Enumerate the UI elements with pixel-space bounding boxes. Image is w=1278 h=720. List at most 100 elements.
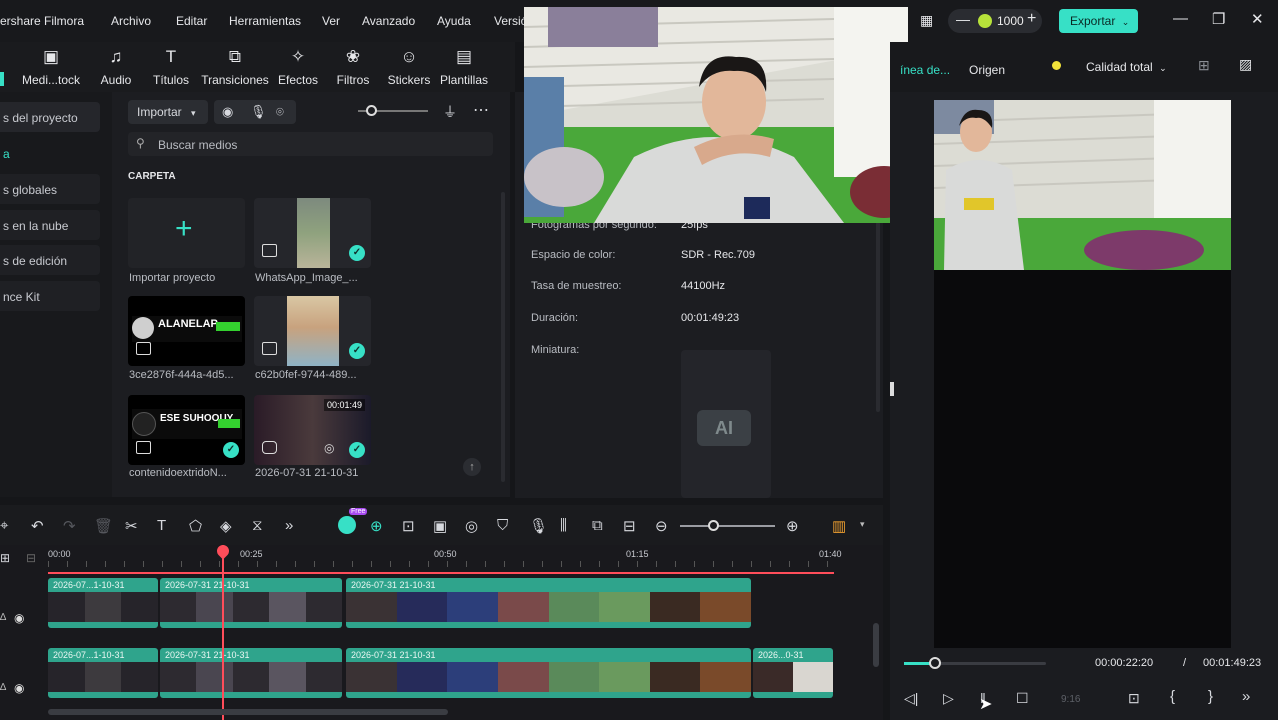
location-icon[interactable]: ⌾ [276,104,284,120]
grid-view-icon[interactable]: ⊞ [1198,57,1210,74]
fullscreen-icon[interactable]: ⊡ [1128,690,1140,707]
keyframe-icon[interactable]: ⊡ [402,517,415,535]
microphone-icon[interactable]: 🎙︎ [250,104,267,120]
media-item[interactable]: ✓ [254,296,371,366]
chevron-down-icon[interactable]: ▾ [860,519,865,530]
ratio-dropdown[interactable]: 9:16 [1061,694,1080,705]
track-settings-icon[interactable]: ⊟ [26,551,36,565]
snapshot-icon[interactable]: ▨ [1239,56,1252,73]
media-item[interactable]: ✓ [254,198,371,268]
zoom-out-icon[interactable]: ⊖ [655,517,668,535]
eye-icon[interactable]: ◉ [14,611,24,625]
close-icon[interactable]: ✕ [1251,10,1264,28]
slider-knob[interactable] [366,105,377,116]
menu-avanzado[interactable]: Avanzado [362,14,415,28]
sidebar-item-stock[interactable]: a [0,138,100,168]
progress-bar[interactable] [904,657,1046,669]
thumbnail-placeholder[interactable]: AI [681,350,771,498]
replace-icon[interactable]: ⧉ [592,517,603,534]
crop-icon[interactable]: ⬠ [189,517,202,535]
timeline-clip[interactable]: 2026-07...1-10-31 [48,578,158,628]
more-controls-icon[interactable]: » [1242,688,1250,705]
thumb-size-slider[interactable] [358,105,428,116]
tab-origin[interactable]: Origen [969,63,1005,77]
tab-media-stock[interactable]: ▣ Medi...tock [15,46,87,87]
import-button[interactable]: Importar ▾ [128,100,208,124]
track-lock-icon[interactable]: ∆ [0,612,6,623]
playhead[interactable] [222,545,224,720]
undo-icon[interactable]: ↶ [31,517,44,535]
progress-knob[interactable] [929,657,942,669]
play-icon[interactable]: ▷ [943,690,954,707]
scrollbar[interactable] [876,222,880,412]
scroll-top-icon[interactable]: ↑ [463,458,481,476]
tab-plantillas[interactable]: ▤ Plantillas [428,46,500,87]
quality-dropdown[interactable]: Calidad total ⌄ [1086,54,1182,78]
minimize-icon[interactable]: — [1173,10,1188,27]
tab-timeline-preview[interactable]: ínea de... [900,63,950,77]
time-ruler[interactable]: 00:00 00:25 00:50 01:15 01:40 [48,545,868,567]
track-lock-icon[interactable]: ∆ [0,682,6,693]
prev-frame-icon[interactable]: ◁| [904,690,918,707]
tab-transiciones[interactable]: ⧉ Transiciones [199,46,271,87]
sidebar-item-nube[interactable]: s en la nube [0,210,100,240]
menu-ayuda[interactable]: Ayuda [437,14,471,28]
eye-icon[interactable]: ◉ [14,681,24,695]
audio-mixer-icon[interactable]: ⫼ [560,517,567,534]
media-item[interactable]: ESE SUHOOUY ✓ [128,395,245,465]
grid-apps-icon[interactable]: ▦ [920,12,933,29]
tab-titulos[interactable]: T Títulos [135,46,207,87]
mark-in-icon[interactable]: { [1170,688,1175,705]
export-button[interactable]: Exportar ⌄ [1059,9,1138,33]
tag-icon[interactable]: ◈ [220,517,232,535]
media-item[interactable]: 00:01:49 ◎ ✓ [254,395,371,465]
stop-icon[interactable]: ☐ [1016,690,1029,707]
menu-ver[interactable]: Ver [322,14,340,28]
text-tool-icon[interactable]: T [157,517,166,534]
speed-icon[interactable]: ⧖ [252,517,263,534]
timeline-clip[interactable]: 2026-07-31 21-10-31 [160,578,342,628]
restore-icon[interactable]: ❐ [1212,10,1225,28]
render-icon[interactable]: ⊟ [623,517,636,535]
sidebar-item-globales[interactable]: s globales [0,174,100,204]
more-icon[interactable]: ⋯ [473,100,489,120]
cut-icon[interactable]: ✂ [125,517,138,535]
timeline-clip[interactable]: 2026-07-31 21-10-31 [346,648,751,698]
shield-icon[interactable]: ⛉ [497,517,508,534]
vertical-scrollbar[interactable] [873,623,879,667]
menu-herramientas[interactable]: Herramientas [229,14,301,28]
credits-pill[interactable]: — 1000 + [948,9,1042,33]
image-tool-icon[interactable]: ▣ [433,517,447,535]
more-tools-icon[interactable]: » [285,517,293,534]
select-icon[interactable]: ⌖ [0,517,8,534]
menu-archivo[interactable]: Archivo [111,14,151,28]
zoom-knob[interactable] [708,520,719,531]
media-search[interactable]: ⚲ Buscar medios [128,132,493,156]
menu-editar[interactable]: Editar [176,14,207,28]
timeline-clip[interactable]: 2026...0-31 [753,648,833,698]
redo-icon[interactable]: ↷ [63,517,76,535]
motion-icon[interactable]: ◎ [465,517,478,535]
import-project-tile[interactable]: + [128,198,245,268]
zoom-slider[interactable] [680,520,775,531]
filter-funnel-icon[interactable]: ⏚ [443,102,457,122]
ai-copilot-icon[interactable] [338,516,356,534]
zoom-in-icon[interactable]: ⊕ [786,517,799,535]
timeline-clip[interactable]: 2026-07-31 21-10-31 [160,648,342,698]
snap-icon[interactable]: ⊕ [370,517,383,535]
record-screen-icon[interactable]: ◉ [222,104,233,120]
add-track-icon[interactable]: ⊞ [0,551,10,565]
media-item[interactable]: ALANELAP [128,296,245,366]
timeline-clip[interactable]: 2026-07-31 21-10-31 [346,578,751,628]
delete-icon[interactable]: 🗑︎ [94,517,113,535]
layout-icon[interactable]: ▥ [832,517,846,535]
resize-handle[interactable] [890,382,894,396]
sidebar-item-edicion[interactable]: s de edición [0,245,100,275]
mark-out-icon[interactable]: } [1208,688,1213,705]
scrollbar[interactable] [501,192,505,482]
plus-icon[interactable]: + [1027,10,1036,28]
microphone-icon[interactable]: 🎙︎ [529,517,548,535]
menu-version[interactable]: Versió [494,14,527,28]
timeline-clip[interactable]: 2026-07...1-10-31 [48,648,158,698]
sidebar-item-proyecto[interactable]: s del proyecto [0,102,100,132]
